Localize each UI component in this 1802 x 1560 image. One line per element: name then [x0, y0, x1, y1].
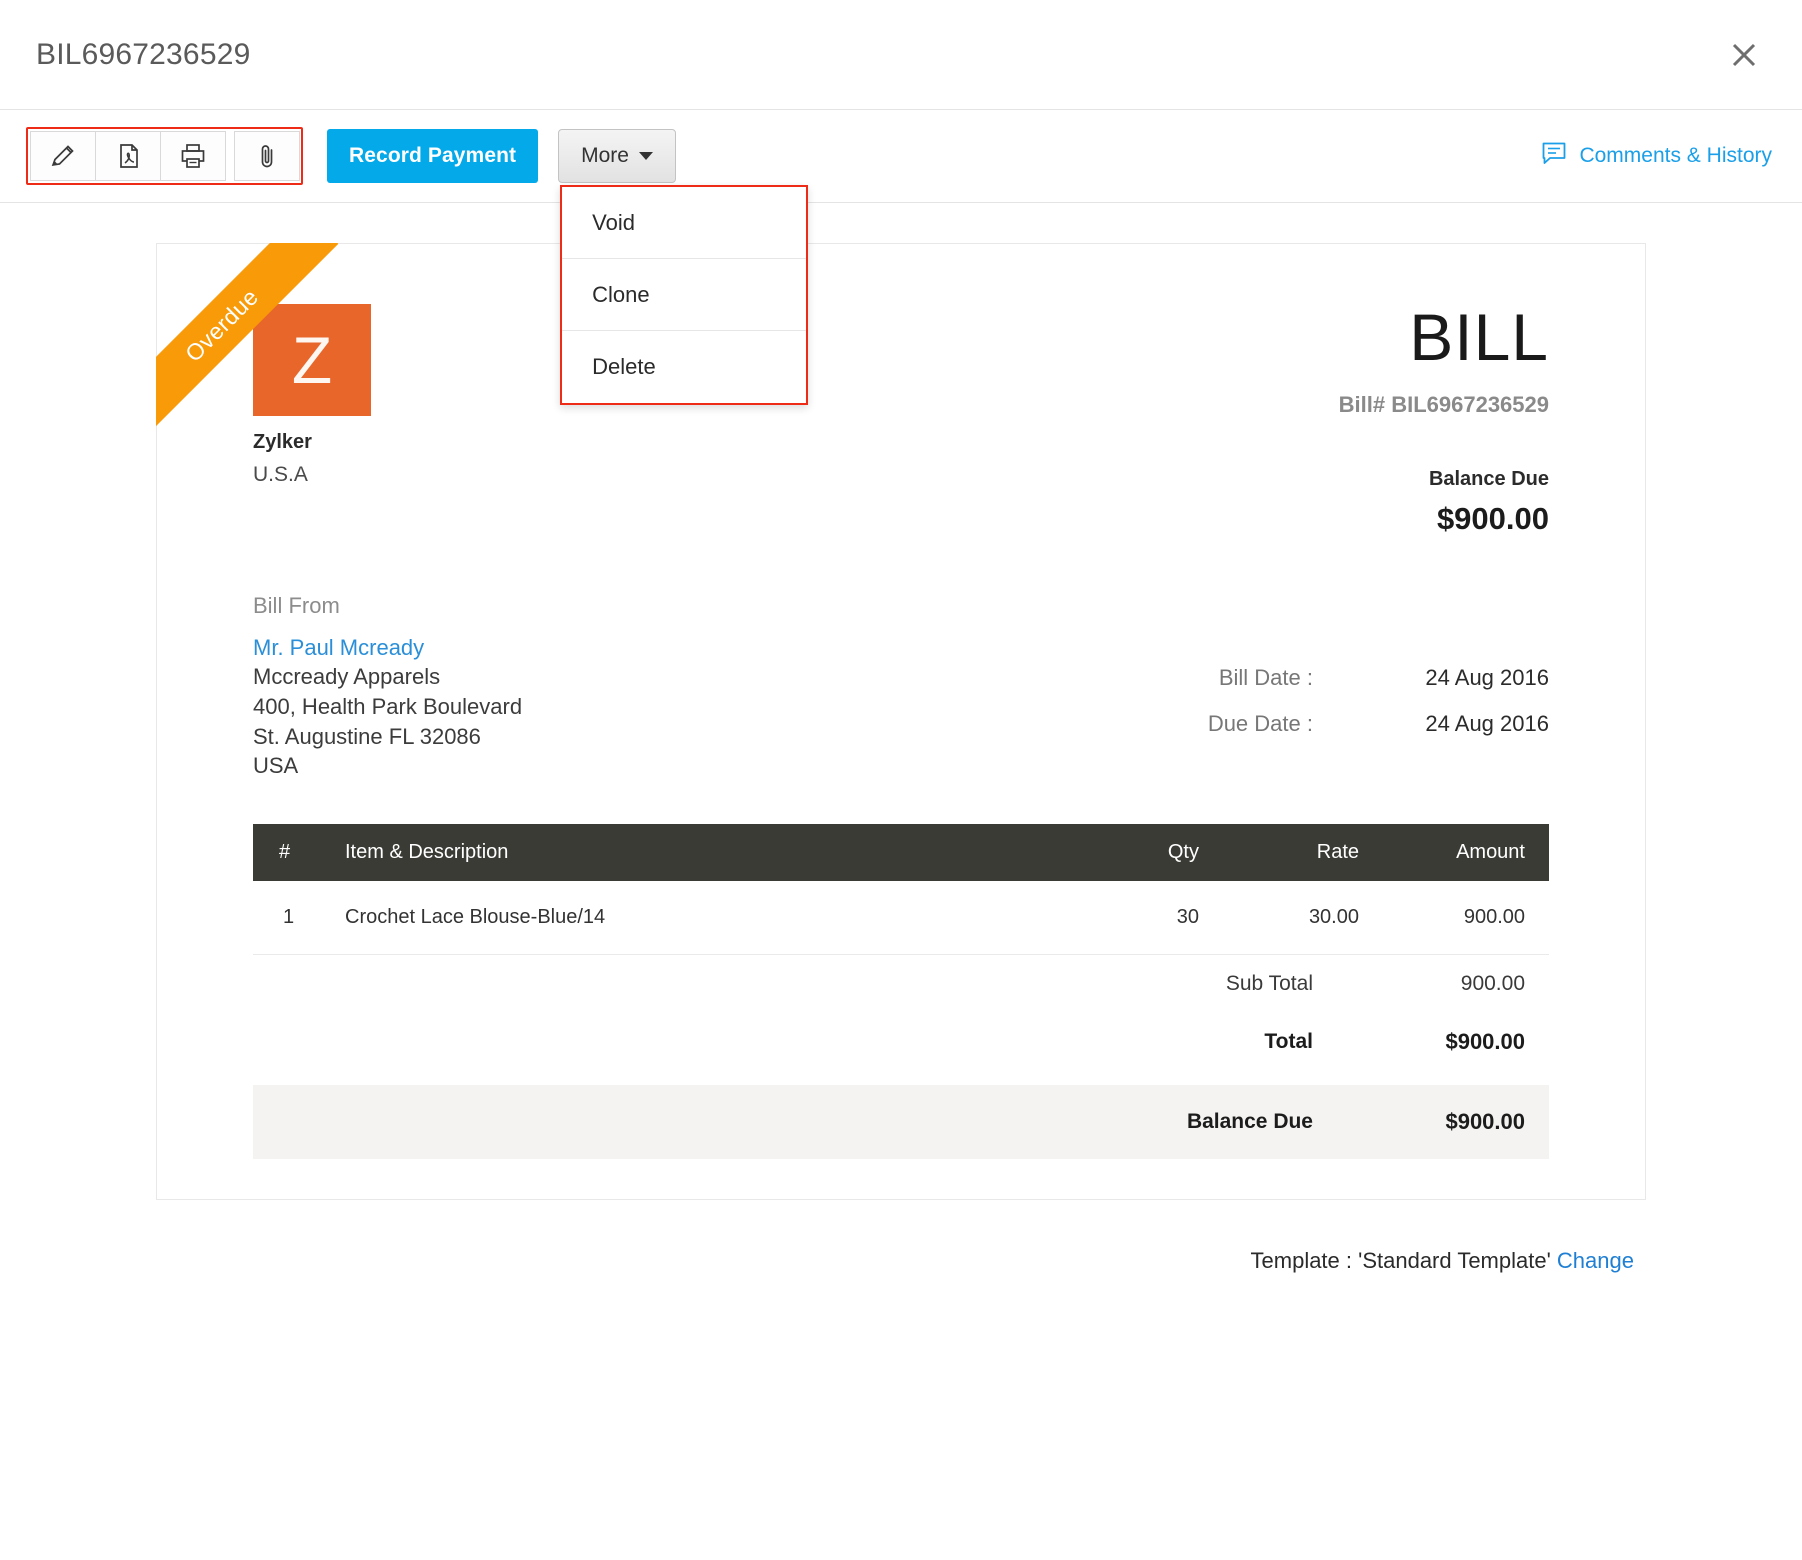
- due-date-label: Due Date :: [1089, 711, 1349, 737]
- edit-icon-button[interactable]: [30, 131, 96, 181]
- pdf-icon-button[interactable]: [95, 131, 161, 181]
- total-value: $900.00: [1359, 1029, 1549, 1055]
- change-template-link[interactable]: Change: [1557, 1248, 1634, 1273]
- organization-name: Zylker: [253, 431, 901, 454]
- cell-number: 1: [253, 881, 321, 955]
- bill-header-row: Z Zylker U.S.A BILL Bill# BIL6967236529 …: [253, 304, 1549, 537]
- bill-summary-block: BILL Bill# BIL6967236529 Balance Due $90…: [901, 304, 1549, 537]
- bill-party-and-dates-row: Bill From Mr. Paul Mcready Mccready Appa…: [253, 593, 1549, 780]
- modal-header: BIL6967236529: [0, 0, 1802, 110]
- pdf-icon: [113, 141, 143, 171]
- cell-description: Crochet Lace Blouse-Blue/14: [321, 881, 1059, 955]
- cell-qty: 30: [1059, 881, 1199, 955]
- bill-date-value: 24 Aug 2016: [1349, 665, 1549, 691]
- vendor-name-link[interactable]: Mr. Paul Mcready: [253, 635, 953, 661]
- bill-content: Z Zylker U.S.A BILL Bill# BIL6967236529 …: [157, 244, 1645, 1159]
- more-button-label: More: [581, 144, 629, 168]
- bill-from-block: Bill From Mr. Paul Mcready Mccready Appa…: [253, 593, 953, 780]
- page-title: BIL6967236529: [36, 38, 250, 72]
- menu-item-clone[interactable]: Clone: [562, 259, 806, 331]
- table-header-row: # Item & Description Qty Rate Amount: [253, 824, 1549, 881]
- action-toolbar: Record Payment More Void Clone Delete Co…: [0, 110, 1802, 203]
- template-label: Template : 'Standard Template': [1251, 1248, 1551, 1273]
- column-header-rate: Rate: [1199, 824, 1359, 881]
- attachment-icon-button[interactable]: [234, 131, 300, 181]
- balance-due-label: Balance Due: [901, 468, 1549, 491]
- cell-rate: 30.00: [1199, 881, 1359, 955]
- total-label: Total: [799, 1030, 1359, 1054]
- vendor-address-line-1: Mccready Apparels: [253, 664, 953, 691]
- balance-due-row-value: $900.00: [1359, 1109, 1549, 1135]
- organization-logo: Z: [253, 304, 371, 416]
- balance-due-row: Balance Due $900.00: [253, 1085, 1549, 1159]
- comment-icon: [1541, 140, 1567, 172]
- chevron-down-icon: [639, 152, 653, 160]
- comments-and-history-label: Comments & History: [1579, 144, 1772, 168]
- line-items-table-head: # Item & Description Qty Rate Amount: [253, 824, 1549, 881]
- attachment-icon: [252, 141, 282, 171]
- icon-button-group: [26, 127, 303, 185]
- column-header-qty: Qty: [1059, 824, 1199, 881]
- table-row: 1 Crochet Lace Blouse-Blue/14 30 30.00 9…: [253, 881, 1549, 955]
- vendor-address-line-3: St. Augustine FL 32086: [253, 724, 953, 751]
- document-type-title: BILL: [901, 304, 1549, 370]
- column-header-description: Item & Description: [321, 824, 1059, 881]
- cell-amount: 900.00: [1359, 881, 1549, 955]
- print-icon: [178, 141, 208, 171]
- vendor-address-line-4: USA: [253, 753, 953, 780]
- sub-total-row: Sub Total 900.00: [253, 955, 1549, 1013]
- balance-due-amount: $900.00: [901, 501, 1549, 537]
- bill-card: Overdue Z Zylker U.S.A BILL Bill# BIL696…: [156, 243, 1646, 1200]
- menu-item-delete[interactable]: Delete: [562, 331, 806, 403]
- more-menu-wrapper: More Void Clone Delete: [558, 129, 676, 183]
- balance-due-row-label: Balance Due: [799, 1110, 1359, 1134]
- organization-country: U.S.A: [253, 463, 901, 487]
- bill-from-label: Bill From: [253, 593, 953, 619]
- template-footer: Template : 'Standard Template' Change: [156, 1248, 1646, 1274]
- comments-and-history-link[interactable]: Comments & History: [1541, 140, 1772, 172]
- line-items-table-body: 1 Crochet Lace Blouse-Blue/14 30 30.00 9…: [253, 881, 1549, 955]
- bill-date-label: Bill Date :: [1089, 665, 1349, 691]
- record-payment-button[interactable]: Record Payment: [327, 129, 538, 183]
- column-header-number: #: [253, 824, 321, 881]
- print-icon-button[interactable]: [160, 131, 226, 181]
- total-row: Total $900.00: [253, 1013, 1549, 1071]
- close-icon[interactable]: [1722, 33, 1766, 77]
- bill-number: Bill# BIL6967236529: [901, 392, 1549, 418]
- column-header-amount: Amount: [1359, 824, 1549, 881]
- due-date-value: 24 Aug 2016: [1349, 711, 1549, 737]
- vendor-address-line-2: 400, Health Park Boulevard: [253, 694, 953, 721]
- due-date-row: Due Date : 24 Aug 2016: [953, 711, 1549, 737]
- bill-dates-block: Bill Date : 24 Aug 2016 Due Date : 24 Au…: [953, 593, 1549, 780]
- bill-date-row: Bill Date : 24 Aug 2016: [953, 665, 1549, 691]
- line-items-table: # Item & Description Qty Rate Amount 1 C…: [253, 824, 1549, 955]
- totals-section: Sub Total 900.00 Total $900.00 Balance D…: [253, 955, 1549, 1159]
- sub-total-value: 900.00: [1359, 972, 1549, 996]
- more-button[interactable]: More: [558, 129, 676, 183]
- menu-item-void[interactable]: Void: [562, 187, 806, 259]
- sub-total-label: Sub Total: [799, 972, 1359, 996]
- edit-icon: [48, 141, 78, 171]
- bill-document-area: Overdue Z Zylker U.S.A BILL Bill# BIL696…: [0, 203, 1802, 1274]
- more-dropdown-menu: Void Clone Delete: [560, 185, 808, 405]
